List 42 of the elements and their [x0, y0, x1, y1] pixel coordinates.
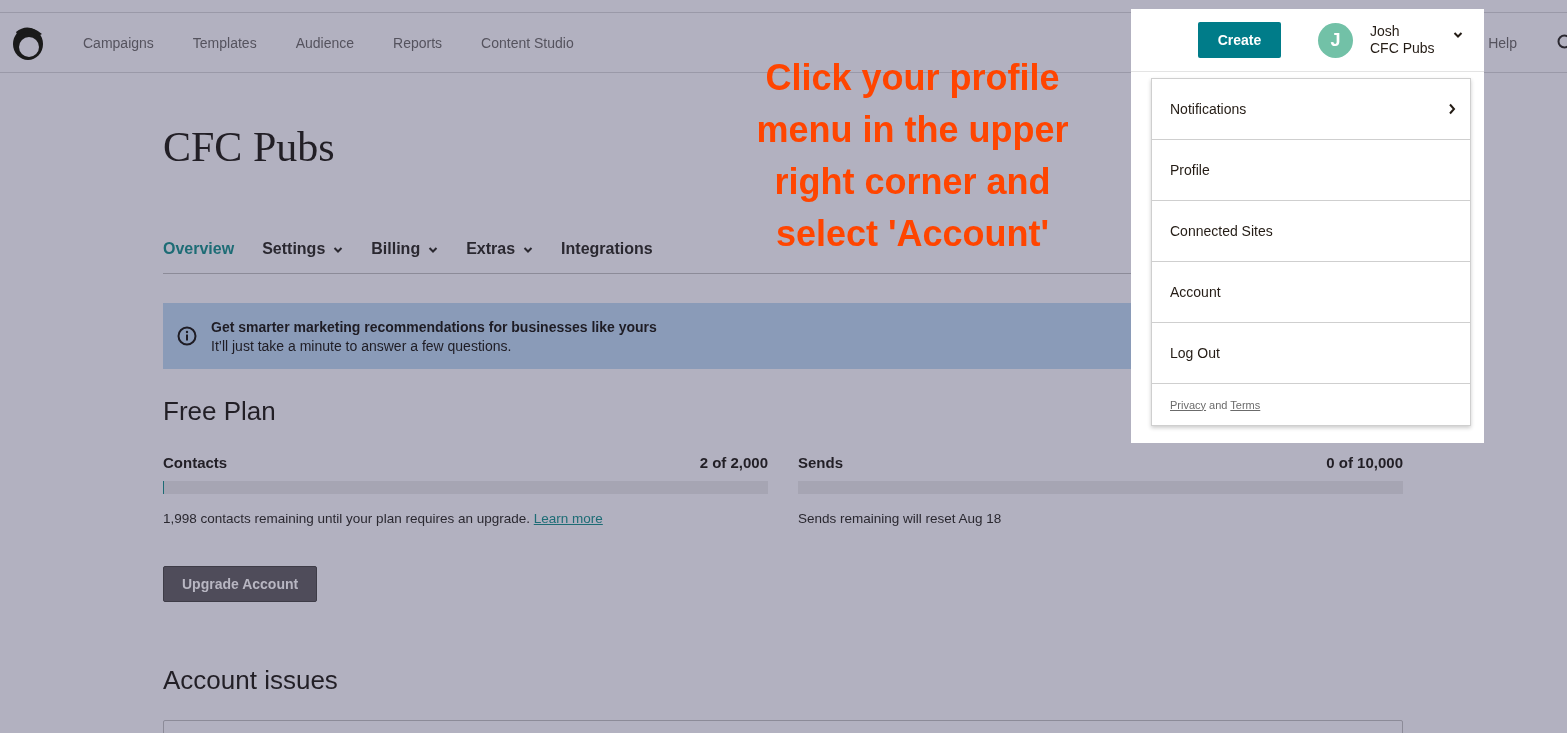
learn-more-link[interactable]: Learn more: [533, 511, 603, 526]
help-link[interactable]: Help: [1488, 34, 1517, 51]
org-name[interactable]: CFC Pubs: [1370, 40, 1435, 57]
tab[interactable]: Extras: [466, 240, 534, 273]
chevron-down-icon[interactable]: [1452, 31, 1463, 39]
nav-link[interactable]: Templates: [192, 34, 257, 51]
nav-link[interactable]: Reports: [393, 34, 443, 51]
info-icon: [177, 326, 197, 346]
menu-item[interactable]: Connected Sites: [1152, 201, 1470, 262]
tab[interactable]: Integrations: [561, 240, 653, 273]
menu-item[interactable]: Log Out: [1152, 323, 1470, 384]
nav-link[interactable]: Campaigns: [83, 34, 154, 51]
menu-item[interactable]: Notifications: [1152, 79, 1470, 140]
annotation-text: Click your profile: [765, 56, 1060, 100]
terms-link[interactable]: Terms: [1230, 398, 1261, 411]
chevron-right-icon: [1448, 103, 1456, 115]
meter-note: Sends remaining will reset Aug 18: [798, 511, 1003, 526]
annotation-text: right corner and: [774, 160, 1051, 204]
privacy-link[interactable]: Privacy: [1170, 398, 1207, 411]
meter-label: Contacts: [163, 454, 228, 471]
tab[interactable]: Overview: [163, 240, 235, 273]
user-name[interactable]: Josh: [1370, 23, 1435, 40]
annotation-text: select 'Account': [775, 212, 1050, 256]
menu-item[interactable]: Profile: [1152, 140, 1470, 201]
tab[interactable]: Settings: [262, 240, 344, 273]
banner-text: It’ll just take a minute to answer a few questions.: [211, 337, 513, 354]
meter-reading: 2 of 2,000: [699, 454, 768, 471]
tab[interactable]: Billing: [371, 240, 439, 273]
page-title: CFC Pubs: [163, 123, 335, 172]
menu-item[interactable]: Account: [1152, 262, 1470, 323]
nav-link[interactable]: Audience: [295, 34, 355, 51]
banner-title: Get smarter marketing recommendations for businesses like yours: [211, 318, 657, 335]
plan-heading: Free Plan: [163, 396, 276, 427]
meter-label: Sends: [798, 454, 843, 471]
nav-link[interactable]: Content Studio: [481, 34, 574, 51]
create-button[interactable]: Create: [1198, 22, 1281, 58]
section-heading: Account issues: [163, 665, 338, 696]
annotation-text: menu in the upper: [756, 108, 1069, 152]
upgrade-button[interactable]: Upgrade Account: [163, 566, 318, 602]
footer-text: Privacy and Terms: [1170, 398, 1261, 411]
meter-reading: 0 of 10,000: [1326, 454, 1403, 471]
meter-note: 1,998 contacts remaining until your plan requires an upgrade. Learn more: [163, 511, 604, 526]
